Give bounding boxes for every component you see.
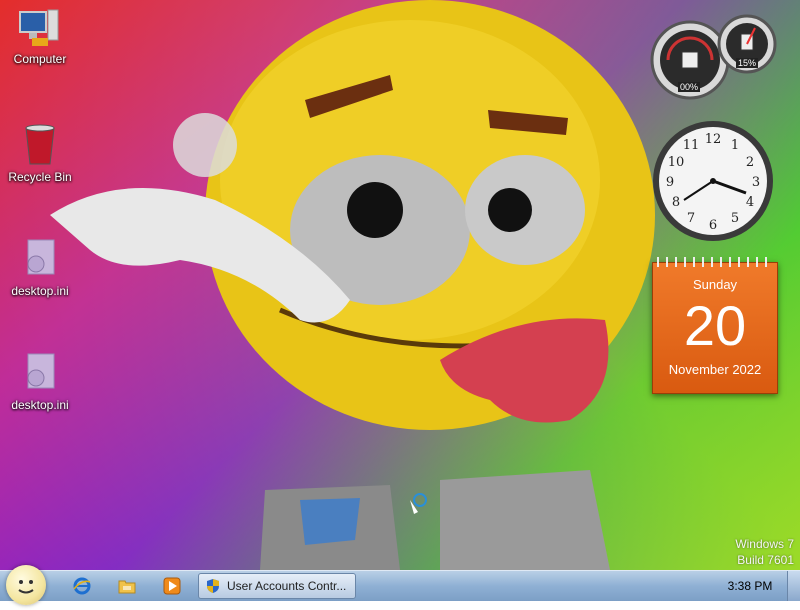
media-player-icon <box>163 577 181 595</box>
desktop-icon-desktop-ini-1[interactable]: desktop.ini <box>5 236 75 298</box>
svg-text:3: 3 <box>752 175 760 190</box>
show-desktop-button[interactable] <box>787 571 800 601</box>
folder-icon <box>118 580 136 594</box>
smiley-start-icon <box>18 580 34 594</box>
svg-text:10: 10 <box>668 155 685 170</box>
cpu-usage-readout: 00% <box>678 82 701 92</box>
uac-shield-icon <box>207 579 219 593</box>
svg-text:9: 9 <box>666 175 674 190</box>
memory-usage-readout: 15% <box>736 58 759 68</box>
svg-text:1: 1 <box>731 138 739 153</box>
taskbar: User Accounts Contr... 3:38 PM <box>0 565 800 605</box>
svg-text:7: 7 <box>687 211 695 226</box>
recycle-bin-icon <box>25 124 55 165</box>
svg-text:5: 5 <box>731 211 739 226</box>
svg-text:4: 4 <box>746 195 754 210</box>
desktop-icon-label: desktop.ini <box>11 284 69 298</box>
taskbar-clock[interactable]: 3:38 PM <box>700 579 800 593</box>
calendar-rings <box>657 257 773 267</box>
desktop-icon-recycle-bin[interactable]: Recycle Bin <box>5 122 75 184</box>
windows-explorer-button[interactable] <box>113 574 141 598</box>
desktop-icon-computer[interactable]: Computer <box>5 8 75 66</box>
svg-text:2: 2 <box>746 155 754 170</box>
calendar-weekday: Sunday <box>692 277 738 292</box>
taskbar-button-user-accounts[interactable]: User Accounts Contr... <box>198 573 356 599</box>
svg-text:12: 12 <box>705 132 722 147</box>
cpu-meter-gadget[interactable]: 00% 15% <box>650 8 780 105</box>
clock-gadget[interactable]: 12 1 2 345 678 9 10 11 <box>650 118 776 249</box>
calendar-month-year: November 2022 <box>668 362 762 377</box>
desktop: Computer Recycle Bin desktop.ini desktop… <box>0 0 800 570</box>
windows-build-watermark: Windows 7 Build 7601 <box>735 536 794 568</box>
svg-text:6: 6 <box>709 218 717 233</box>
desktop-icon-label: Computer <box>13 52 67 66</box>
svg-text:11: 11 <box>683 138 700 153</box>
internet-explorer-icon <box>73 577 91 595</box>
desktop-icon-label: Recycle Bin <box>8 170 72 184</box>
svg-text:8: 8 <box>672 195 680 210</box>
watermark-line-1: Windows 7 <box>735 537 794 551</box>
calendar-day-number: 20 <box>683 294 747 357</box>
computer-icon <box>19 9 59 46</box>
watermark-line-2: Build 7601 <box>737 553 794 567</box>
media-player-button[interactable] <box>158 574 186 598</box>
desktop-icon-desktop-ini-2[interactable]: desktop.ini <box>5 350 75 412</box>
taskbar-button-label: User Accounts Contr... <box>227 579 347 593</box>
settings-file-icon <box>27 239 55 275</box>
calendar-gadget[interactable]: Sunday 20 November 2022 <box>652 257 778 394</box>
start-button[interactable] <box>6 565 46 605</box>
internet-explorer-button[interactable] <box>68 574 96 598</box>
desktop-icon-label: desktop.ini <box>11 398 69 412</box>
settings-file-icon <box>27 353 55 389</box>
